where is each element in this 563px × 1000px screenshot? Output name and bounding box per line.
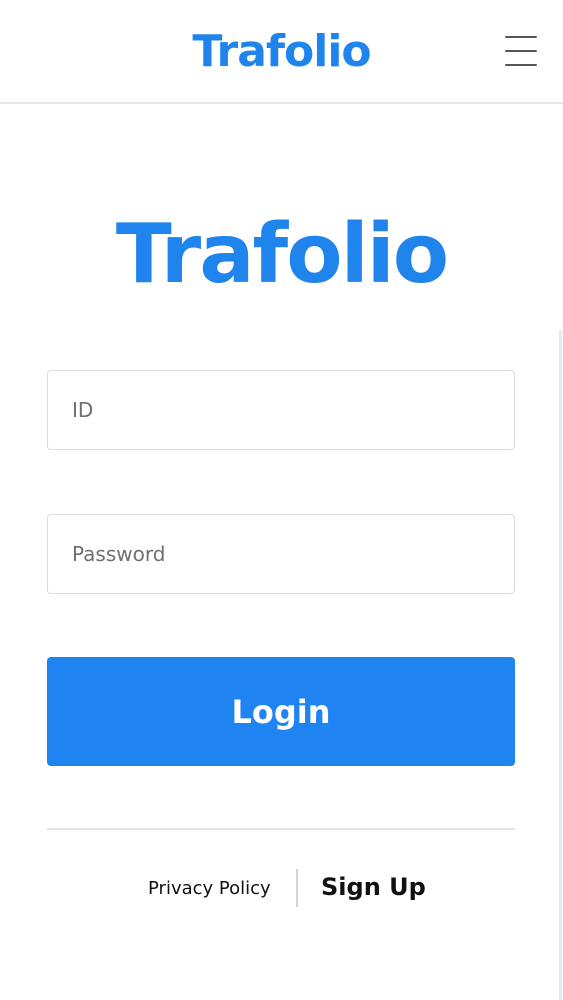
header-logo[interactable]: Trafolio: [0, 22, 563, 82]
password-field[interactable]: [47, 514, 515, 594]
hero-logo: Trafolio: [115, 207, 449, 302]
sign-up-link[interactable]: Sign Up: [321, 870, 426, 904]
id-field[interactable]: [47, 370, 515, 450]
login-button[interactable]: Login: [47, 657, 515, 766]
login-page: Trafolio Trafolio Login Privacy Policy S…: [0, 0, 563, 1000]
footer-separator: [296, 869, 298, 907]
privacy-policy-link[interactable]: Privacy Policy: [148, 876, 271, 902]
top-header: Trafolio: [0, 0, 563, 104]
password-input[interactable]: [48, 515, 514, 593]
scrollbar-edge: [559, 330, 562, 1000]
hamburger-menu-icon: [505, 36, 537, 66]
menu-button[interactable]: [500, 30, 542, 72]
footer-divider: [47, 828, 515, 830]
id-input[interactable]: [48, 371, 514, 449]
